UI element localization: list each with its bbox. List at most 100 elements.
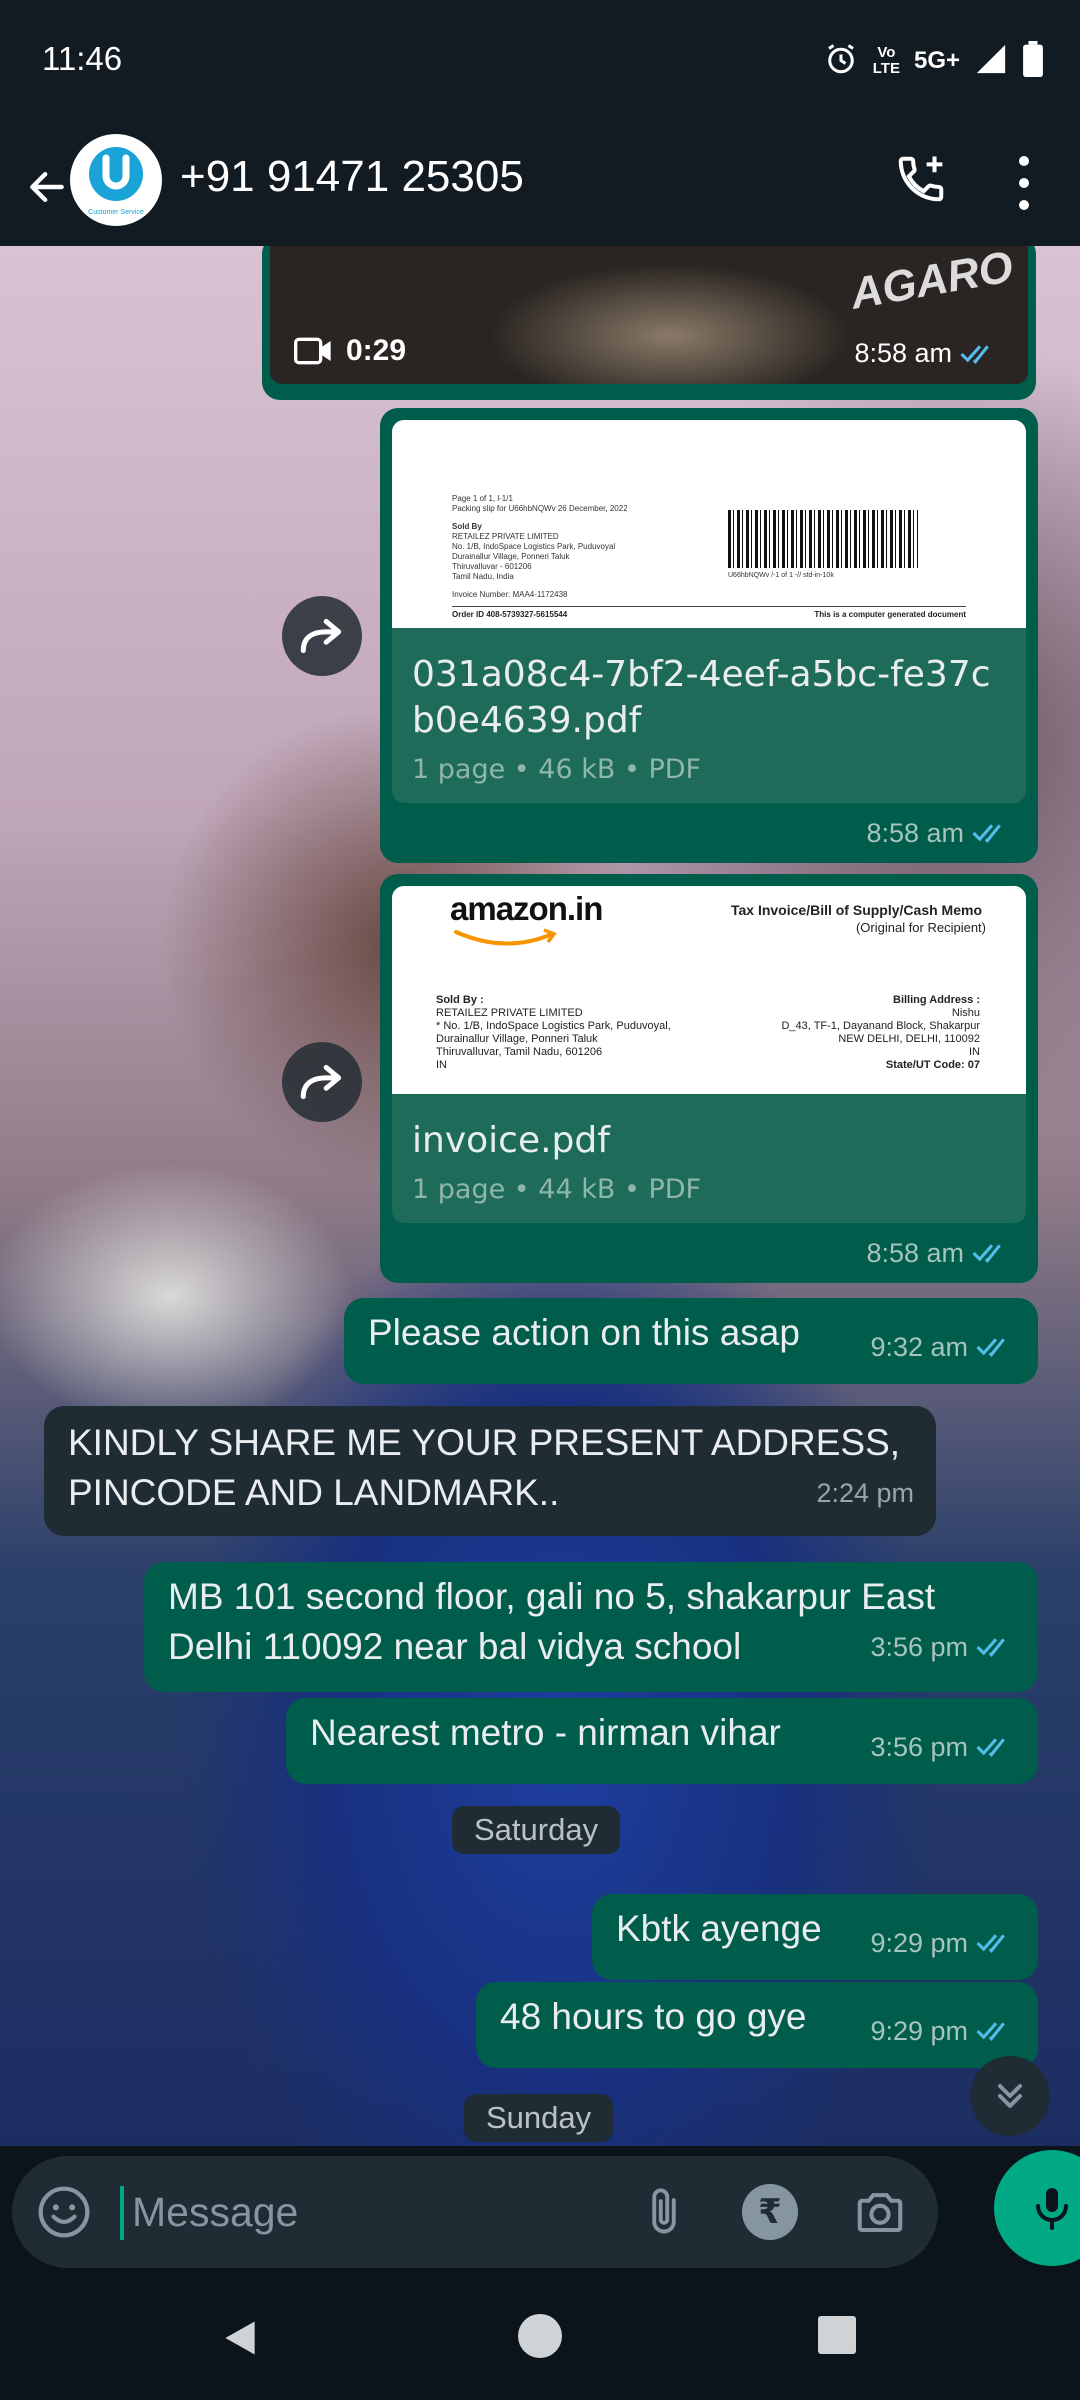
phone-plus-icon (898, 156, 944, 202)
document-info: invoice.pdf 1 page • 44 kB • PDF (392, 1094, 1026, 1223)
status-icons: Vo LTE 5G+ (823, 38, 1044, 84)
nav-back-button[interactable] (218, 2316, 262, 2364)
payment-button[interactable]: ₹ (742, 2184, 798, 2240)
message-footer: 8:58 am (392, 803, 1026, 863)
forward-button[interactable] (282, 1042, 362, 1122)
chat-header: Customer Service +91 91471 25305 (0, 128, 1080, 246)
message-time: 2:24 pm (816, 1478, 914, 1508)
add-call-button[interactable] (886, 144, 956, 214)
read-ticks-icon (976, 1638, 1005, 1657)
arrow-left-icon (30, 171, 64, 203)
outgoing-message[interactable]: Please action on this asap 9:32 am (344, 1298, 1038, 1384)
preview-text: Thiruvalluvar, Tamil Nadu, 601206 (436, 1046, 603, 1058)
message-input[interactable] (120, 2176, 620, 2248)
document-info: 031a08c4-7bf2-4eef-a5bc-fe37cb0e4639.pdf… (392, 628, 1026, 803)
outgoing-message[interactable]: Nearest metro - nirman vihar 3:56 pm (286, 1698, 1038, 1784)
preview-text: Durainallur Village, Ponneri Taluk (452, 552, 570, 561)
back-button[interactable] (16, 154, 78, 220)
message-text: Please action on this asap (368, 1312, 800, 1353)
message-footer: 8:58 am (392, 1223, 1026, 1283)
video-thumbnail[interactable]: AGARO 0:29 8:58 am (270, 246, 1028, 384)
emoji-icon (38, 2186, 90, 2238)
chat-area[interactable]: AGARO 0:29 8:58 am Page 1 of 1, l-1/1 Pa… (0, 246, 1080, 2146)
contact-avatar[interactable]: Customer Service (70, 134, 162, 226)
barcode (728, 510, 918, 568)
message-timestamp: 9:32 am (870, 1322, 1016, 1372)
outgoing-message[interactable]: Kbtk ayenge 9:29 pm (592, 1894, 1038, 1980)
preview-text: IN (436, 1059, 447, 1071)
system-navigation-bar (0, 2278, 1080, 2400)
scroll-to-bottom-button[interactable] (970, 2056, 1050, 2136)
message-text: Delhi 110092 near bal vidya school (168, 1626, 742, 1667)
volte-label: Vo (877, 44, 896, 61)
message-timestamp: 3:56 pm (870, 1622, 1016, 1672)
outgoing-message[interactable]: MB 101 second floor, gali no 5, shakarpu… (144, 1562, 1038, 1692)
message-timestamp: 9:29 pm (870, 1918, 1016, 1968)
rupee-icon: ₹ (758, 2192, 782, 2232)
preview-text: IN (969, 1046, 980, 1058)
message-input-box[interactable]: ₹ (12, 2156, 938, 2268)
preview-note: This is a computer generated document (814, 610, 966, 619)
nav-recents-button[interactable] (818, 2316, 856, 2354)
preview-text: Tamil Nadu, India (452, 572, 514, 581)
camera-button[interactable] (850, 2182, 910, 2242)
document-meta: 1 page • 46 kB • PDF (412, 754, 702, 785)
document-message[interactable]: amazon.in Tax Invoice/Bill of Supply/Cas… (380, 874, 1038, 1283)
preview-text: NEW DELHI, DELHI, 110092 (838, 1033, 980, 1045)
message-time: 8:58 am (866, 817, 964, 848)
message-time: 9:29 pm (870, 2016, 968, 2046)
more-options-button[interactable] (1004, 148, 1044, 218)
forward-button[interactable] (282, 596, 362, 676)
video-camera-icon (294, 337, 331, 365)
message-text: 48 hours to go gye (500, 1996, 807, 2037)
lte-label: LTE (872, 60, 900, 77)
barcode-caption: U66hbNQWv /-1 of 1 -// std-in-10k (728, 572, 834, 579)
video-message[interactable]: AGARO 0:29 8:58 am (262, 246, 1036, 400)
document-card[interactable]: Page 1 of 1, l-1/1 Packing slip for U66h… (392, 420, 1026, 803)
preview-text: Packing slip for U66hbNQWv 26 December, … (452, 504, 628, 513)
preview-order-id: Order ID 408-5739327-5615544 (452, 610, 568, 619)
invoice-subtitle: (Original for Recipient) (855, 920, 986, 935)
voice-message-button[interactable] (994, 2150, 1080, 2266)
preview-text: Page 1 of 1, l-1/1 (452, 494, 513, 503)
message-text: KINDLY SHARE ME YOUR PRESENT ADDRESS, (68, 1422, 901, 1463)
nav-home-button[interactable] (518, 2314, 562, 2358)
read-ticks-icon (960, 344, 989, 364)
message-text: PINCODE AND LANDMARK.. (68, 1472, 560, 1513)
forward-arrow-icon (300, 1064, 342, 1100)
document-preview[interactable]: Page 1 of 1, l-1/1 Packing slip for U66h… (392, 420, 1026, 628)
forward-arrow-icon (300, 618, 342, 654)
outgoing-message[interactable]: 48 hours to go gye 9:29 pm (476, 1982, 1038, 2068)
preview-text: Sold By : (436, 994, 484, 1006)
status-time: 11:46 (42, 40, 123, 77)
message-timestamp: 9:29 pm (870, 2006, 1016, 2056)
document-card[interactable]: amazon.in Tax Invoice/Bill of Supply/Cas… (392, 886, 1026, 1223)
microphone-icon (1036, 2188, 1068, 2230)
document-filename: 031a08c4-7bf2-4eef-a5bc-fe37cb0e4639.pdf (412, 654, 991, 741)
read-ticks-icon (976, 1934, 1005, 1953)
signal-icon (974, 42, 1008, 80)
video-duration-label: 0:29 (346, 334, 407, 367)
preview-text: Billing Address : (893, 994, 980, 1006)
document-meta: 1 page • 44 kB • PDF (412, 1174, 702, 1205)
message-time: 8:58 am (866, 1237, 964, 1268)
preview-text: Invoice Number: MAA4-1172438 (452, 590, 568, 599)
preview-text: Sold By (452, 522, 482, 531)
message-timestamp: 2:24 pm (816, 1468, 914, 1518)
amazon-smile-icon (454, 928, 557, 946)
read-ticks-icon (976, 2022, 1005, 2041)
emoji-button[interactable] (36, 2184, 92, 2240)
double-chevron-down-icon (998, 2084, 1022, 2108)
document-preview[interactable]: amazon.in Tax Invoice/Bill of Supply/Cas… (392, 886, 1026, 1094)
amazon-logo: amazon.in (450, 890, 603, 927)
read-ticks-icon (972, 1244, 1001, 1263)
message-text: MB 101 second floor, gali no 5, shakarpu… (168, 1576, 936, 1617)
brand-logo-icon: Customer Service (88, 147, 144, 216)
document-message[interactable]: Page 1 of 1, l-1/1 Packing slip for U66h… (380, 408, 1038, 863)
triangle-back-icon (225, 2321, 255, 2355)
contact-name[interactable]: +91 91471 25305 (180, 152, 524, 202)
alarm-icon (823, 41, 859, 81)
attach-button[interactable] (634, 2182, 694, 2242)
read-ticks-icon (976, 1738, 1005, 1757)
incoming-message[interactable]: KINDLY SHARE ME YOUR PRESENT ADDRESS, PI… (44, 1406, 936, 1536)
